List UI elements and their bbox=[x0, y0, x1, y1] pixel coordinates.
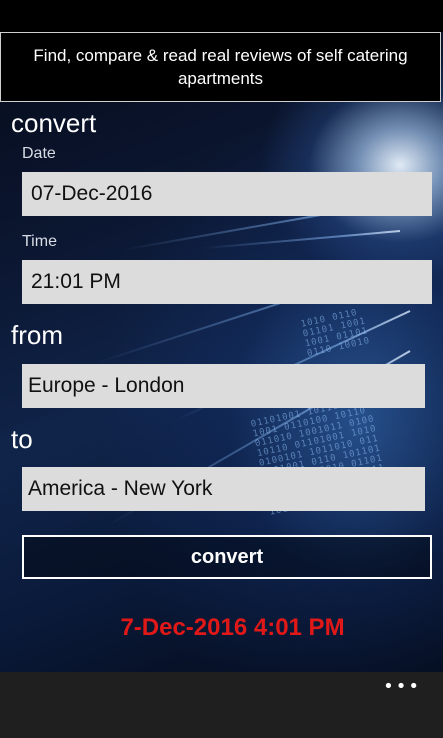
from-label: from bbox=[11, 320, 63, 350]
time-value: 21:01 PM bbox=[31, 270, 121, 293]
from-timezone-select[interactable]: Europe - London bbox=[22, 364, 425, 408]
date-value: 07-Dec-2016 bbox=[31, 182, 153, 205]
convert-button-label: convert bbox=[190, 545, 264, 568]
page-title: convert bbox=[11, 108, 97, 138]
to-label: to bbox=[11, 424, 33, 454]
app-bar bbox=[0, 672, 443, 738]
ad-banner-text: Find, compare & read real reviews of sel… bbox=[33, 46, 408, 88]
status-bar bbox=[0, 0, 443, 32]
converted-time-result: 7-Dec-2016 4:01 PM bbox=[120, 614, 345, 641]
to-timezone-select[interactable]: America - New York bbox=[22, 467, 425, 511]
convert-button[interactable]: convert bbox=[22, 535, 432, 579]
date-label: Date bbox=[22, 145, 56, 162]
binary-pattern: 1010 0110 01101 1001 1001 01101 0110 100… bbox=[300, 307, 372, 360]
time-label: Time bbox=[22, 233, 57, 250]
date-picker[interactable]: 07-Dec-2016 bbox=[22, 172, 432, 216]
light-streak bbox=[200, 230, 401, 250]
from-timezone-value: Europe - London bbox=[28, 374, 185, 397]
ellipsis-icon[interactable]: ••• bbox=[383, 676, 421, 697]
ad-banner[interactable]: Find, compare & read real reviews of sel… bbox=[0, 32, 441, 102]
time-picker[interactable]: 21:01 PM bbox=[22, 260, 432, 304]
to-timezone-value: America - New York bbox=[28, 477, 213, 500]
